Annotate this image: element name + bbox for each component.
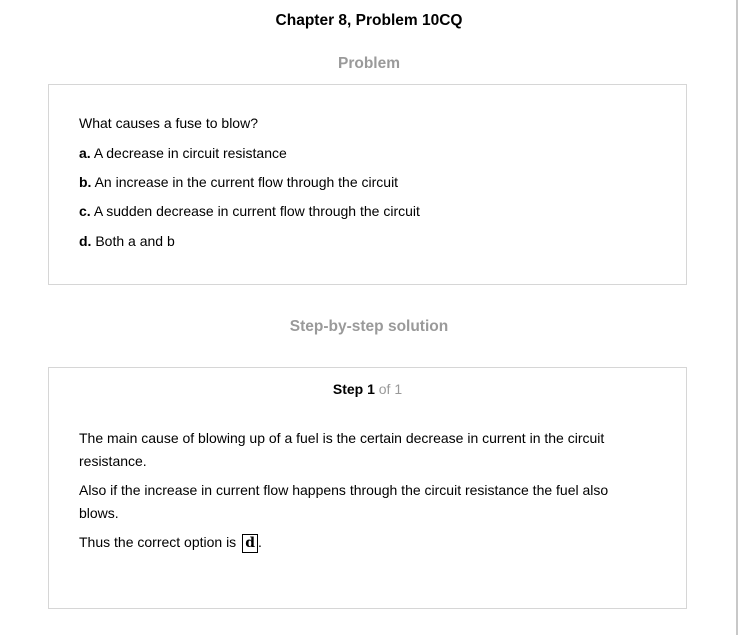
option-letter: c. bbox=[79, 203, 91, 219]
option-text: An increase in the current flow through … bbox=[94, 174, 399, 190]
option-text: Both a and b bbox=[95, 233, 175, 249]
option-b: b. An increase in the current flow throu… bbox=[79, 174, 398, 190]
step-label: Step 1 bbox=[332, 381, 375, 397]
option-d: d. Both a and b bbox=[79, 233, 175, 249]
option-text: A decrease in circuit resistance bbox=[93, 145, 287, 161]
solution-heading: Step-by-step solution bbox=[289, 318, 449, 335]
option-c: c. A sudden decrease in current flow thr… bbox=[79, 203, 420, 219]
option-letter: a. bbox=[79, 145, 91, 161]
option-letter: d. bbox=[79, 233, 92, 249]
solution-conclusion: Thus the correct option is d. bbox=[79, 531, 649, 554]
solution-card: Step 1 of 1 The main cause of blowing up… bbox=[48, 367, 687, 609]
solution-paragraph: The main cause of blowing up of a fuel i… bbox=[79, 430, 605, 469]
answer-suffix: . bbox=[257, 534, 262, 550]
option-a: a. A decrease in circuit resistance bbox=[79, 145, 287, 161]
solution-paragraph: Also if the increase in current flow hap… bbox=[79, 482, 609, 521]
problem-heading: Problem bbox=[337, 55, 400, 72]
chapter-title: Chapter 8, Problem 10CQ bbox=[275, 12, 463, 29]
step-count: of 1 bbox=[378, 381, 403, 397]
step-indicator: Step 1 of 1 bbox=[49, 381, 686, 397]
question-text: What causes a fuse to blow? bbox=[79, 115, 258, 131]
option-text: A sudden decrease in current flow throug… bbox=[93, 203, 420, 219]
problem-card: What causes a fuse to blow? a. A decreas… bbox=[48, 84, 687, 285]
conclusion-text: Thus the correct option is bbox=[79, 534, 237, 550]
option-letter: b. bbox=[79, 174, 92, 190]
answer-box: d bbox=[242, 533, 258, 553]
